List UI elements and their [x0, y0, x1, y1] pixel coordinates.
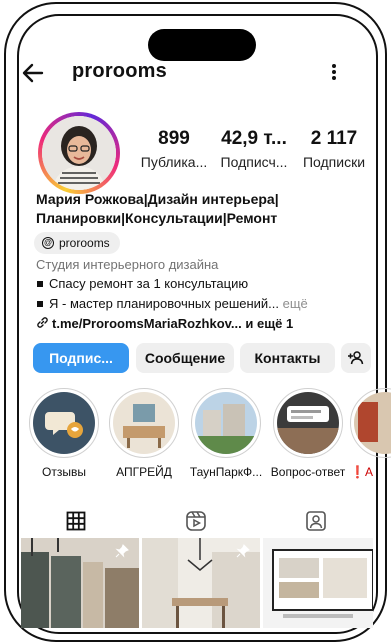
- avatar: [42, 116, 116, 190]
- highlight-label: Вопрос-ответ: [270, 465, 346, 479]
- bio-line-2-text: Я - мастер планировочных решений...: [49, 296, 280, 311]
- following-label: Подписки: [302, 154, 366, 170]
- post-thumbnail[interactable]: [142, 538, 260, 628]
- contacts-button[interactable]: Контакты: [240, 343, 335, 373]
- highlight-label: ❗А: [350, 465, 373, 479]
- partial-cover-icon: [354, 392, 391, 454]
- post-thumbnail[interactable]: [263, 538, 373, 628]
- pinned-icon: [236, 544, 250, 558]
- highlight-cover: [273, 388, 343, 458]
- highlight-label: АПГРЕЙД: [116, 465, 172, 479]
- bio-line-2: Я - мастер планировочных решений... ещё: [36, 296, 308, 311]
- black-square-icon: [37, 280, 43, 287]
- posts-count: 899: [158, 128, 190, 149]
- more-options-icon[interactable]: [331, 62, 337, 82]
- tagged-person-icon: [306, 511, 326, 531]
- profile-name-line1: Мария Рожкова|Дизайн интерьера|: [36, 191, 279, 207]
- upgrade-cover-icon: [113, 392, 175, 454]
- highlight-reviews[interactable]: Отзывы: [24, 388, 104, 479]
- bio-line-1-text: Спасу ремонт за 1 консультацию: [49, 276, 249, 291]
- tab-posts-grid[interactable]: [16, 500, 136, 542]
- threads-icon: @: [42, 237, 54, 249]
- link-icon: [37, 317, 48, 328]
- dynamic-island: [148, 29, 256, 61]
- highlight-label: ТаунПаркФ...: [189, 465, 263, 479]
- highlight-partial[interactable]: ❗А: [350, 388, 391, 479]
- following-count: 2 117: [310, 128, 358, 149]
- story-highlights: Отзывы АПГРЕЙД ТаунПаркФ... Вопрос-ответ…: [0, 388, 391, 479]
- post-thumbnail[interactable]: [21, 538, 139, 628]
- threads-badge[interactable]: @ prorooms: [34, 232, 120, 254]
- tab-tagged[interactable]: [256, 500, 376, 542]
- grid-icon: [66, 511, 86, 531]
- bio-line-1: Спасу ремонт за 1 консультацию: [36, 276, 248, 291]
- bio-more-link[interactable]: ещё: [279, 296, 308, 311]
- posts-stat[interactable]: 899 Публика...: [136, 128, 212, 170]
- profile-category: Студия интерьерного дизайна: [36, 257, 219, 272]
- profile-bio: Мария Рожкова|Дизайн интерьера| Планиров…: [36, 190, 356, 228]
- reviews-cover-icon: [33, 392, 95, 454]
- message-button[interactable]: Сообщение: [136, 343, 234, 373]
- add-person-icon: [348, 351, 364, 365]
- post-image: [263, 538, 373, 628]
- highlight-qa[interactable]: Вопрос-ответ: [268, 388, 348, 479]
- bio-link[interactable]: t.me/ProroomsMariaRozhkov... и ещё 1: [36, 316, 293, 331]
- reels-icon: [186, 511, 206, 531]
- posts-grid: [0, 538, 373, 628]
- highlight-cover: [191, 388, 261, 458]
- profile-name-line2: Планировки|Консультации|Ремонт: [36, 210, 278, 226]
- top-bar: prorooms: [0, 58, 361, 94]
- townpark-cover-icon: [195, 392, 257, 454]
- followers-count: 42,9 т...: [221, 128, 287, 149]
- profile-stats: 899 Публика... 42,9 т... Подписч... 2 11…: [136, 128, 371, 178]
- highlight-cover: [29, 388, 99, 458]
- highlight-cover: [109, 388, 179, 458]
- threads-handle: prorooms: [59, 236, 110, 250]
- back-arrow-icon[interactable]: [20, 60, 46, 86]
- qa-cover-icon: [277, 392, 339, 454]
- tab-reels[interactable]: [136, 500, 256, 542]
- suggest-people-button[interactable]: [341, 343, 371, 373]
- pinned-icon: [115, 544, 129, 558]
- followers-label: Подписч...: [220, 154, 288, 170]
- follow-button[interactable]: Подпис...: [33, 343, 129, 373]
- highlight-cover: [350, 388, 391, 458]
- bio-link-text: t.me/ProroomsMariaRozhkov... и ещё 1: [52, 316, 294, 331]
- posts-label: Публика...: [140, 154, 208, 170]
- profile-username: prorooms: [72, 60, 167, 82]
- followers-stat[interactable]: 42,9 т... Подписч...: [212, 128, 296, 170]
- highlight-upgrade[interactable]: АПГРЕЙД: [104, 388, 184, 479]
- following-stat[interactable]: 2 117 Подписки: [296, 128, 372, 170]
- highlight-townpark[interactable]: ТаунПаркФ...: [186, 388, 266, 479]
- profile-tabs: [0, 500, 361, 542]
- avatar-story-ring[interactable]: [38, 112, 120, 194]
- black-square-icon: [37, 300, 43, 307]
- highlight-label: Отзывы: [42, 465, 86, 479]
